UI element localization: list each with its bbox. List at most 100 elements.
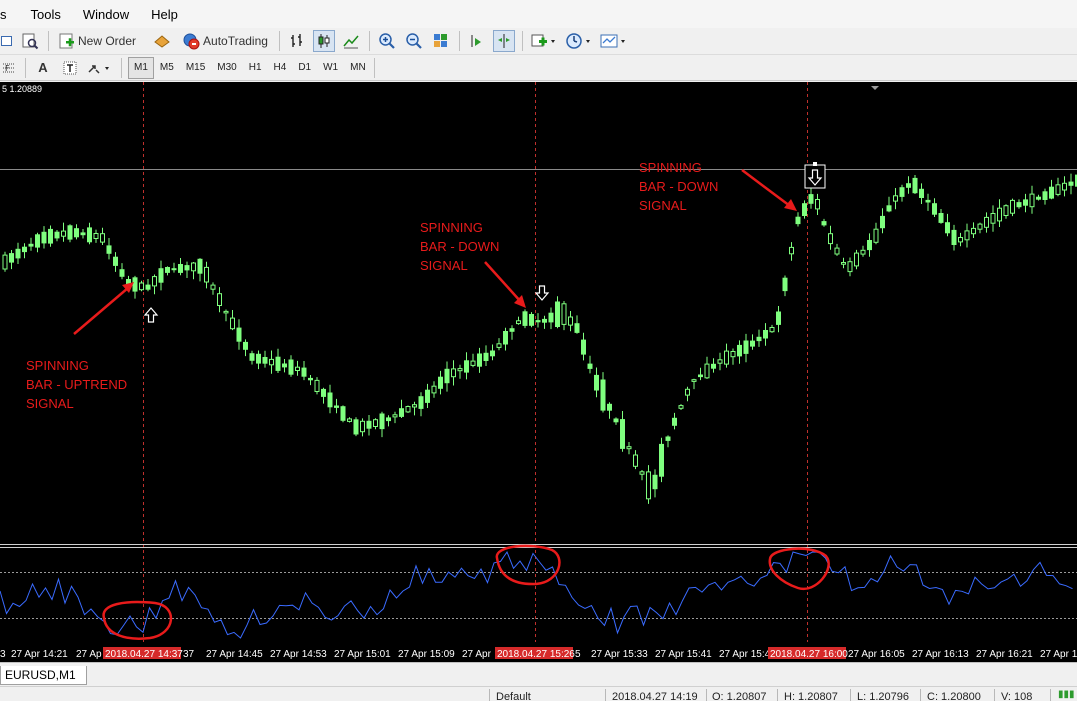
chart-shift-icon[interactable] [466,30,488,52]
candle-body [770,328,774,332]
candle-body [562,304,566,325]
print-preview-icon[interactable] [19,30,41,52]
time-label: 27 Apr 15:09 [398,649,455,660]
candle-body [751,341,755,346]
candle-body [517,321,521,324]
time-label: 27 Apr 14:45 [206,649,263,660]
text-label-icon[interactable] [59,57,81,79]
timeframe-m30[interactable]: M30 [211,57,242,79]
arrows-dropdown-icon[interactable] [86,57,114,79]
annotation-3-line-1: SPINNING [639,160,702,175]
candle-body [211,285,215,289]
candle-body [660,444,664,476]
candle-body [10,254,14,263]
candle-body [146,285,150,289]
price-chart[interactable]: SPINNING BAR - UPTREND SIGNAL SPINNING B… [0,82,1077,662]
annotation-arrow-3 [742,170,790,206]
menu-item-partial[interactable]: s [0,7,21,22]
annotation-3-line-3: SIGNAL [639,198,687,213]
bar-chart-icon[interactable] [286,30,308,52]
indicator-circle-1 [104,602,171,639]
candle-body [101,234,105,242]
candle-body [536,321,540,322]
candle-body [367,421,371,428]
candle-body [1011,200,1015,213]
chart-canvas[interactable]: SPINNING BAR - UPTREND SIGNAL SPINNING B… [0,82,1077,662]
time-label: 3 [0,649,6,660]
candle-body [952,230,956,244]
window-icon[interactable] [0,30,14,52]
candle-body [432,386,436,393]
candle-body [829,234,833,244]
candle-body [263,358,267,364]
candle-body [257,354,261,363]
timeframe-m5[interactable]: M5 [154,57,180,79]
zoom-out-icon[interactable] [403,30,425,52]
candle-body [933,204,937,215]
timeframe-w1[interactable]: W1 [317,57,344,79]
candle-body [790,247,794,253]
annotation-2-line-1: SPINNING [420,220,483,235]
candle-body [75,229,79,237]
fibonacci-icon[interactable]: F [0,57,18,79]
candle-body [835,248,839,254]
candle-body [549,313,553,322]
time-highlight-3: 2018.04.27 16:00 [770,649,848,660]
indicators-dropdown-icon[interactable] [529,30,559,52]
toolbar-separator [374,58,375,78]
candle-body [861,250,865,254]
candle-body [543,319,547,322]
candle-body [1063,183,1067,190]
time-label: 27 Apr [462,649,492,660]
text-tool-button[interactable]: A [32,57,54,79]
timeframe-m15[interactable]: M15 [180,57,211,79]
candle-body [88,228,92,242]
candle-body [998,208,1002,221]
time-label: 27 Apr 14:21 [11,649,68,660]
timeframe-h1[interactable]: H1 [243,57,268,79]
candle-body [29,244,33,246]
candle-body [718,360,722,363]
line-chart-icon[interactable] [340,30,362,52]
timeframe-m1[interactable]: M1 [128,57,154,79]
timeframe-h4[interactable]: H4 [268,57,293,79]
candle-body [621,420,625,449]
candle-body [569,317,573,325]
new-order-button[interactable]: New Order [55,30,140,52]
candle-body [510,329,514,332]
candle-body [946,223,950,233]
timeframe-d1[interactable]: D1 [292,57,317,79]
market-watch-icon[interactable] [151,30,173,52]
timeframe-mn[interactable]: MN [344,57,372,79]
candle-body [803,204,807,216]
candle-body [140,283,144,290]
annotation-arrowhead-3 [784,199,797,211]
time-label: 27 Ap [76,649,102,660]
toolbar-separator [459,31,460,51]
candle-body [309,378,313,379]
candle-body [874,229,878,242]
candle-body [822,222,826,225]
new-order-label: New Order [78,34,136,48]
menu-item-tools[interactable]: Tools [31,7,73,22]
menu-bar: s Tools Window Help [0,0,1077,29]
templates-dropdown-icon[interactable] [599,30,629,52]
menu-item-help[interactable]: Help [151,7,190,22]
tab-eurusd-m1[interactable]: EURUSD,M1 [0,666,87,685]
time-label: 27 Apr 1 [1040,649,1077,660]
candle-body [1037,197,1041,199]
periods-dropdown-icon[interactable] [564,30,594,52]
annotation-1-line-1: SPINNING [26,358,89,373]
zoom-in-icon[interactable] [376,30,398,52]
candle-body [1043,192,1047,200]
time-highlight-2: 2018.04.27 15:26 [497,649,575,660]
candle-body [289,360,293,374]
auto-scroll-icon[interactable] [493,30,515,52]
candle-body [452,369,456,377]
menu-item-window[interactable]: Window [83,7,141,22]
candlestick-chart-icon[interactable] [313,30,335,52]
candle-body [868,241,872,250]
tile-windows-icon[interactable] [430,30,452,52]
annotation-2-line-3: SIGNAL [420,258,468,273]
autotrading-button[interactable]: AutoTrading [178,30,272,52]
